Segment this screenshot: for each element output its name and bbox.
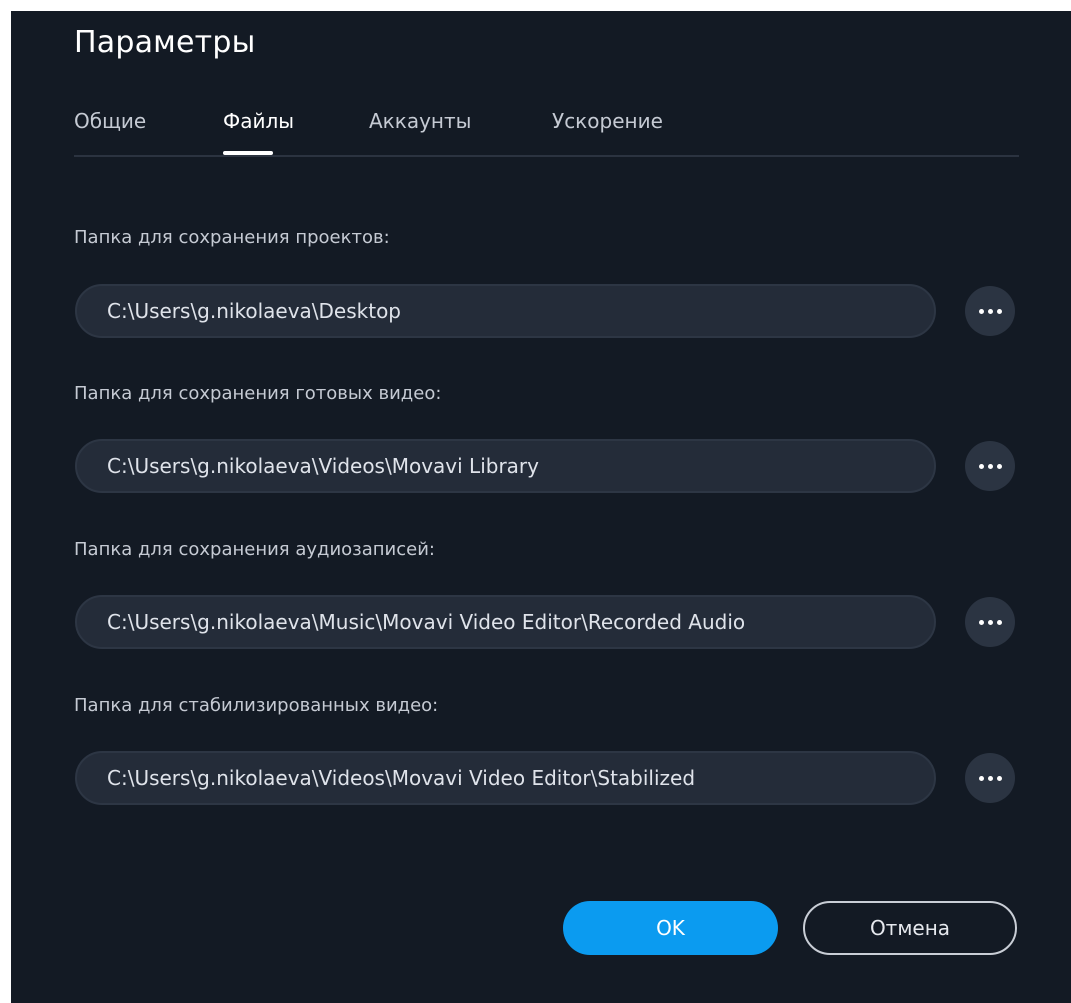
ok-button[interactable]: OK	[563, 901, 778, 955]
stabilized-folder-browse-button[interactable]	[965, 753, 1015, 803]
audio-folder-label: Папка для сохранения аудиозаписей:	[74, 539, 435, 560]
dialog-title: Параметры	[74, 25, 256, 60]
cancel-button[interactable]: Отмена	[803, 901, 1017, 955]
tab-general[interactable]: Общие	[74, 109, 146, 133]
audio-folder-field[interactable]	[75, 595, 936, 649]
tab-accounts[interactable]: Аккаунты	[369, 109, 471, 133]
tab-files[interactable]: Файлы	[223, 109, 294, 133]
stabilized-folder-input[interactable]	[77, 753, 934, 803]
projects-folder-input[interactable]	[77, 286, 934, 336]
videos-folder-label: Папка для сохранения готовых видео:	[74, 383, 442, 404]
projects-folder-field[interactable]	[75, 284, 936, 338]
tab-bar: Общие Файлы Аккаунты Ускорение	[74, 109, 1019, 157]
tab-acceleration[interactable]: Ускорение	[552, 109, 663, 133]
projects-folder-browse-button[interactable]	[965, 286, 1015, 336]
more-dots-icon	[978, 463, 1002, 469]
more-dots-icon	[978, 619, 1002, 625]
more-dots-icon	[978, 775, 1002, 781]
stabilized-folder-label: Папка для стабилизированных видео:	[74, 695, 439, 716]
audio-folder-browse-button[interactable]	[965, 597, 1015, 647]
active-tab-indicator	[223, 151, 273, 155]
stabilized-folder-field[interactable]	[75, 751, 936, 805]
videos-folder-field[interactable]	[75, 439, 936, 493]
videos-folder-input[interactable]	[77, 441, 934, 491]
more-dots-icon	[978, 308, 1002, 314]
videos-folder-browse-button[interactable]	[965, 441, 1015, 491]
audio-folder-input[interactable]	[77, 597, 934, 647]
settings-dialog: Параметры Общие Файлы Аккаунты Ускорение…	[11, 11, 1071, 1003]
projects-folder-label: Папка для сохранения проектов:	[74, 227, 390, 248]
